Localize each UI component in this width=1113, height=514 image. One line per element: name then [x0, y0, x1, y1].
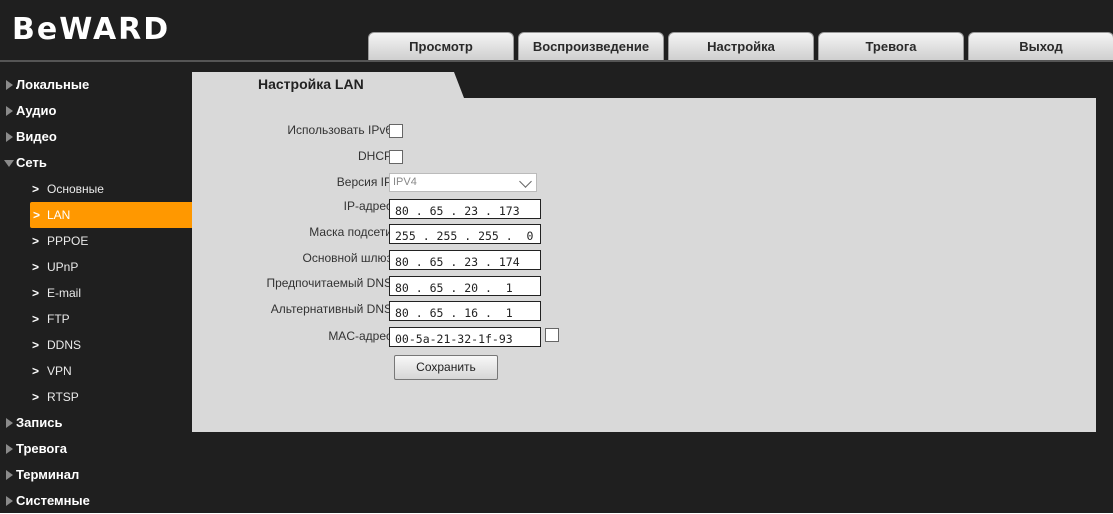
chevron-right-icon: >: [32, 312, 40, 326]
sidebar-subitem-rtsp[interactable]: > RTSP: [0, 384, 192, 410]
chevron-right-icon: >: [32, 182, 40, 196]
ip-version-select[interactable]: IPV4: [389, 173, 537, 192]
section-tab: Настройка LAN: [192, 72, 464, 98]
sidebar-item-alarm[interactable]: Тревога: [0, 436, 192, 462]
ipv6-checkbox[interactable]: [389, 124, 403, 138]
sidebar-item-system[interactable]: Системные: [0, 488, 192, 514]
tab-alarm[interactable]: Тревога: [818, 32, 964, 60]
sidebar: Локальные Аудио Видео Сеть > Основные > LA…: [0, 72, 192, 514]
arrow-right-icon: [6, 132, 13, 142]
sidebar-item-label: Системные: [16, 493, 90, 508]
tab-view[interactable]: Просмотр: [368, 32, 514, 60]
sidebar-subitem-email[interactable]: > E-mail: [0, 280, 192, 306]
chevron-right-icon: >: [32, 260, 40, 274]
arrow-right-icon: [6, 496, 13, 506]
mac-address-input[interactable]: 00-5a-21-32-1f-93: [389, 327, 541, 347]
gateway-label: Основной шлюз: [302, 251, 392, 265]
chevron-down-icon: [519, 175, 532, 188]
tab-playback[interactable]: Воспроизведение: [518, 32, 664, 60]
sidebar-item-terminal[interactable]: Терминал: [0, 462, 192, 488]
tab-corner: [454, 72, 464, 98]
sidebar-subitem-label: UPnP: [47, 260, 79, 274]
sidebar-item-audio[interactable]: Аудио: [0, 98, 192, 124]
sidebar-item-label: Видео: [16, 129, 57, 144]
save-button[interactable]: Сохранить: [394, 355, 498, 380]
arrow-right-icon: [6, 470, 13, 480]
mac-label: MAC-адрес: [328, 329, 392, 343]
sidebar-item-record[interactable]: Запись: [0, 410, 192, 436]
dhcp-checkbox[interactable]: [389, 150, 403, 164]
dns2-label: Альтернативный DNS: [270, 302, 392, 316]
sidebar-item-label: Аудио: [16, 103, 57, 118]
sidebar-item-label: Локальные: [16, 77, 90, 92]
ip-address-input[interactable]: 80 . 65 . 23 . 173: [389, 199, 541, 219]
sidebar-item-label: Запись: [16, 415, 63, 430]
chevron-right-icon: >: [33, 208, 41, 222]
alternate-dns-input[interactable]: 80 . 65 . 16 . 1: [389, 301, 541, 321]
header-divider: [0, 60, 1113, 62]
arrow-right-icon: [6, 444, 13, 454]
sidebar-item-label: Терминал: [16, 467, 80, 482]
ip-label: IP-адрес: [343, 199, 392, 213]
sidebar-item-network[interactable]: Сеть: [0, 150, 192, 176]
dhcp-label: DHCP: [357, 149, 392, 163]
sidebar-subitem-upnp[interactable]: > UPnP: [0, 254, 192, 280]
brand-logo: BeWARD: [12, 12, 171, 47]
sidebar-subitem-label: PPPOE: [47, 234, 89, 248]
sidebar-subitem-ddns[interactable]: > DDNS: [0, 332, 192, 358]
arrow-right-icon: [6, 418, 13, 428]
sidebar-item-label: Тревога: [16, 441, 68, 456]
sidebar-subitem-label: LAN: [47, 208, 71, 222]
chevron-right-icon: >: [32, 234, 40, 248]
sidebar-subitem-label: FTP: [47, 312, 70, 326]
app-window: BeWARD Просмотр Воспроизведение Настройк…: [0, 0, 1113, 513]
section-title: Настройка LAN: [258, 76, 364, 92]
header: BeWARD Просмотр Воспроизведение Настройк…: [0, 0, 1113, 62]
top-nav: Просмотр Воспроизведение Настройка Трево…: [368, 32, 1113, 60]
arrow-down-icon: [4, 160, 14, 167]
ipv6-label: Использовать IPv6: [287, 123, 392, 137]
arrow-right-icon: [6, 80, 13, 90]
chevron-right-icon: >: [32, 286, 40, 300]
arrow-right-icon: [6, 106, 13, 116]
dns1-label: Предпочитаемый DNS: [266, 276, 392, 290]
gateway-input[interactable]: 80 . 65 . 23 . 174: [389, 250, 541, 270]
sidebar-subitem-pppoe[interactable]: > PPPOE: [0, 228, 192, 254]
sidebar-subitem-label: E-mail: [47, 286, 82, 300]
sidebar-item-label: Сеть: [16, 155, 47, 170]
tab-settings[interactable]: Настройка: [668, 32, 814, 60]
chevron-right-icon: >: [32, 364, 40, 378]
sidebar-subitem-label: RTSP: [47, 390, 79, 404]
ip-version-label: Версия IP: [336, 175, 392, 189]
chevron-right-icon: >: [32, 338, 40, 352]
subnet-mask-input[interactable]: 255 . 255 . 255 . 0: [389, 224, 541, 244]
sidebar-subitem-lan[interactable]: > LAN: [30, 202, 192, 228]
mac-checkbox[interactable]: [545, 328, 559, 342]
sidebar-subitem-label: VPN: [47, 364, 72, 378]
lan-settings-panel: Использовать IPv6 DHCP Версия IP IPV4 IP…: [192, 98, 1096, 432]
sidebar-subitem-vpn[interactable]: > VPN: [0, 358, 192, 384]
sidebar-subitem-label: Основные: [47, 182, 104, 196]
tab-logout[interactable]: Выход: [968, 32, 1113, 60]
sidebar-subitem-label: DDNS: [47, 338, 82, 352]
chevron-right-icon: >: [32, 390, 40, 404]
ip-version-value: IPV4: [393, 176, 417, 188]
sidebar-item-video[interactable]: Видео: [0, 124, 192, 150]
mask-label: Маска подсети: [309, 225, 392, 239]
sidebar-subitem-ftp[interactable]: > FTP: [0, 306, 192, 332]
sidebar-item-local[interactable]: Локальные: [0, 72, 192, 98]
preferred-dns-input[interactable]: 80 . 65 . 20 . 1: [389, 276, 541, 296]
sidebar-subitem-basic[interactable]: > Основные: [0, 176, 192, 202]
